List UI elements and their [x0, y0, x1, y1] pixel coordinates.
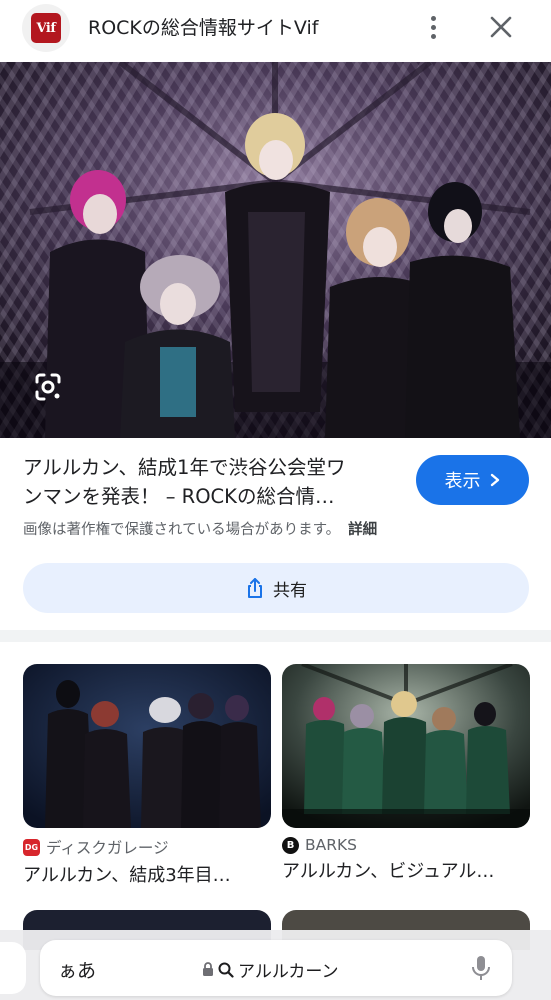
close-button[interactable]	[484, 10, 518, 44]
result-title-line-2: ンマンを発表！ – ROCKの総合情…	[23, 485, 335, 508]
result-title-line-1: アルルカン、結成1年で渋谷公会堂ワ	[23, 456, 346, 479]
result-title[interactable]: アルルカン、結成1年で渋谷公会堂ワ ンマンを発表！ – ROCKの総合情…	[23, 453, 395, 511]
search-icon	[218, 962, 234, 978]
page-settings-button[interactable]: ぁあ	[58, 956, 96, 983]
related-source-name: BARKS	[305, 836, 358, 854]
previous-tab-edge[interactable]	[0, 942, 26, 994]
google-lens-icon	[35, 373, 61, 401]
barks-favicon: B	[282, 836, 299, 854]
search-query: アルルカーン	[238, 962, 339, 982]
band-photo	[0, 62, 551, 438]
address-text[interactable]: アルルカーン	[202, 957, 338, 982]
vif-logo: Vif	[31, 13, 61, 43]
related-source: B BARKS	[282, 836, 530, 854]
related-source-name: ディスクガレージ	[46, 839, 169, 857]
section-divider	[0, 630, 551, 642]
copyright-text: 画像は著作権で保護されている場合があります。	[23, 522, 341, 538]
site-title[interactable]: ROCKの総合情報サイトVif	[88, 13, 318, 40]
address-bar[interactable]: ぁあ アルルカーン	[40, 940, 512, 996]
copyright-notice: 画像は著作権で保護されている場合があります。 詳細	[23, 518, 377, 539]
hero-image[interactable]	[0, 62, 551, 438]
related-card[interactable]: DG ディスクガレージ アルルカン、結成3年目…	[23, 664, 271, 887]
viewer-header: Vif ROCKの総合情報サイトVif	[0, 0, 551, 62]
lens-search-button[interactable]	[28, 367, 68, 407]
close-icon	[490, 16, 512, 38]
share-label: 共有	[273, 580, 307, 601]
related-source: DG ディスクガレージ	[23, 836, 271, 858]
related-title[interactable]: アルルカン、ビジュアル…	[282, 857, 530, 883]
more-vert-icon	[430, 15, 436, 21]
visit-label: 表示	[444, 471, 481, 492]
related-image-2	[282, 664, 530, 828]
more-options-button[interactable]	[418, 10, 448, 44]
related-thumbnail[interactable]	[23, 664, 271, 828]
microphone-icon	[472, 956, 490, 980]
visit-button[interactable]: 表示	[416, 455, 529, 505]
share-button[interactable]: 共有	[23, 563, 529, 613]
voice-search-button[interactable]	[470, 954, 492, 984]
details-link[interactable]: 詳細	[348, 522, 377, 538]
lock-icon	[203, 962, 213, 976]
share-icon	[248, 578, 262, 598]
browser-bottom-bar: ぁあ アルルカーン	[0, 930, 551, 1000]
diskgarage-favicon: DG	[23, 838, 40, 856]
related-image-1	[23, 664, 271, 828]
site-favicon[interactable]: Vif	[22, 4, 70, 52]
related-card[interactable]: B BARKS アルルカン、ビジュアル…	[282, 664, 530, 883]
chevron-right-icon	[490, 473, 499, 487]
related-title[interactable]: アルルカン、結成3年目…	[23, 861, 271, 887]
related-thumbnail[interactable]	[282, 664, 530, 828]
